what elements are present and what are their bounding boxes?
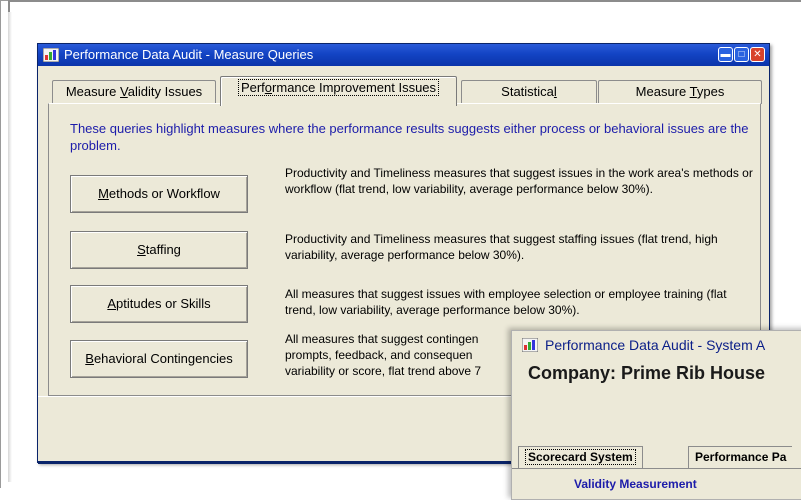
button-label-text: taffing [145,242,181,257]
button-label-accelerator: A [107,296,116,311]
tab-label-text: rmance Improvement Issues [272,80,437,95]
company-heading: Company: Prime Rib House [528,363,766,383]
window-title: Performance Data Audit - Measure Queries [64,47,314,62]
maximize-icon: □ [738,49,745,60]
tab-label-accelerator: l [553,84,557,99]
tab-label-text: Measure [65,84,121,99]
tab-measure-types[interactable]: Measure Types [598,80,762,104]
tab-baseline [512,468,801,469]
title-bar[interactable]: Performance Data Audit - Measure Queries… [38,44,769,66]
tab-strip: Measure Validity Issues Performance Impr… [38,76,769,106]
tab-label: Measure Validity Issues [66,84,202,99]
methods-or-workflow-button[interactable]: Methods or Workflow [70,175,248,213]
behavioral-contingencies-description: All measures that suggest contingen prom… [285,332,482,378]
system-audit-window: Performance Data Audit - System A Compan… [511,330,801,500]
minimize-icon: ▬ [720,49,731,60]
button-label-accelerator: M [98,186,109,201]
behavioral-contingencies-button[interactable]: Behavioral Contingencies [70,340,248,378]
tab-label: Performance Improvement Issues [237,79,440,96]
methods-or-workflow-description: Productivity and Timeliness measures tha… [285,166,753,196]
maximize-button[interactable]: □ [734,47,749,62]
tab-measure-validity-issues[interactable]: Measure Validity Issues [52,80,216,104]
button-label-text: ptitudes or Skills [116,296,211,311]
tab-label-text: Statistica [501,84,554,99]
minimize-button[interactable]: ▬ [718,47,733,62]
tab-label-accelerator: o [264,80,273,95]
tab-label-text: ypes [696,84,725,99]
tab-label-text: Perf [240,80,265,95]
tab-statistical[interactable]: Statistical [461,80,597,104]
tab-label: Scorecard System [525,449,636,465]
tab-label-accelerator: V [120,84,128,99]
button-label-text: ethods or Workflow [108,186,220,201]
tab-scorecard-system[interactable]: Scorecard System [518,446,643,468]
title-bar[interactable]: Performance Data Audit - System A [512,331,801,359]
aptitudes-or-skills-description: All measures that suggest issues with em… [285,287,727,317]
frame-shadow [8,12,12,482]
tab-label-text: alidity Issues [127,84,203,99]
button-label-accelerator: B [85,351,94,366]
staffing-description: Productivity and Timeliness measures tha… [285,232,718,262]
frame-border [8,0,801,14]
button-label-accelerator: S [137,242,146,257]
window-title: Performance Data Audit - System A [545,337,766,353]
tab-label-accelerator: T [689,84,697,99]
staffing-button[interactable]: Staffing [70,231,248,269]
tab-performance-pay[interactable]: Performance Pa [688,446,793,468]
tab-label-text: Measure [635,84,690,99]
app-chart-icon [43,48,59,62]
close-button[interactable]: ✕ [750,47,765,62]
button-label-text: ehavioral Contingencies [93,351,233,366]
tab-label: Measure Types [636,84,725,99]
tab-label: Statistical [501,84,557,99]
close-icon: ✕ [753,49,762,60]
intro-text: These queries highlight measures where t… [70,121,749,153]
tab-performance-improvement-issues[interactable]: Performance Improvement Issues [220,76,457,106]
aptitudes-or-skills-button[interactable]: Aptitudes or Skills [70,285,248,323]
tab-label: Performance Pa [695,450,787,464]
app-chart-icon [522,338,538,352]
